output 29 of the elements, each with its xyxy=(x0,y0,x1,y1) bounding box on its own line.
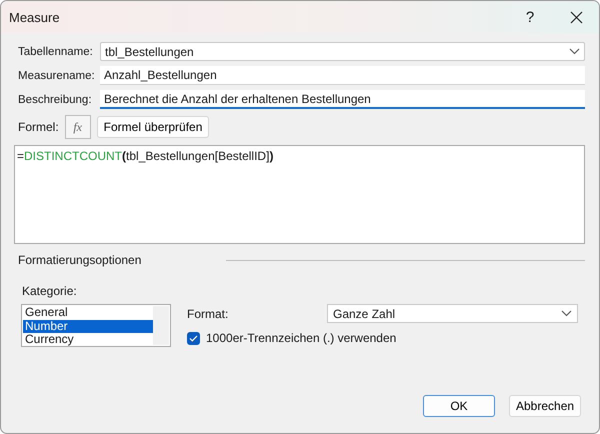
section-title: Formatierungsoptionen xyxy=(18,253,142,267)
category-label: Kategorie: xyxy=(22,284,78,298)
dialog-button[interactable]: Abbrechen xyxy=(509,395,581,417)
function-button[interactable]: fx xyxy=(64,115,91,139)
chevron-down-icon xyxy=(569,48,580,55)
list-item[interactable]: Number xyxy=(23,320,153,333)
formula-label: Formel: xyxy=(18,120,59,134)
check-formula-button[interactable]: Formel überprüfen xyxy=(96,116,210,138)
list-item[interactable]: Currency xyxy=(23,333,153,346)
input-field[interactable]: Berechnet die Anzahl der erhaltenen Bestellungen xyxy=(100,90,585,109)
chevron-down-icon xyxy=(561,310,572,317)
format-dropdown[interactable]: Ganze Zahl xyxy=(327,304,578,323)
format-label: Format: xyxy=(187,306,230,320)
close-icon xyxy=(570,10,582,24)
category-list[interactable]: General Number Currency xyxy=(21,304,171,347)
formula-editor[interactable]: =DISTINCTCOUNT(tbl_Bestellungen[BestellID]) xyxy=(14,145,585,244)
check-icon xyxy=(189,334,198,342)
field-label: Beschreibung: xyxy=(18,94,93,106)
window-title: Measure xyxy=(9,10,61,24)
field-label: Measurename: xyxy=(18,70,96,82)
checkbox[interactable] xyxy=(187,332,200,344)
list-item[interactable]: General xyxy=(23,306,153,320)
dialog-button[interactable]: OK xyxy=(423,395,495,417)
help-button[interactable]: ? xyxy=(507,8,553,26)
field-label: Tabellenname: xyxy=(18,46,94,58)
input-field[interactable]: Anzahl_Bestellungen xyxy=(100,66,585,85)
formula-text: =DISTINCTCOUNT(tbl_Bestellungen[BestellID]) xyxy=(17,149,274,163)
table-dropdown[interactable]: tbl_Bestellungen xyxy=(100,42,585,61)
checkbox-label: 1000er-Trennzeichen (.) verwenden xyxy=(206,331,396,345)
